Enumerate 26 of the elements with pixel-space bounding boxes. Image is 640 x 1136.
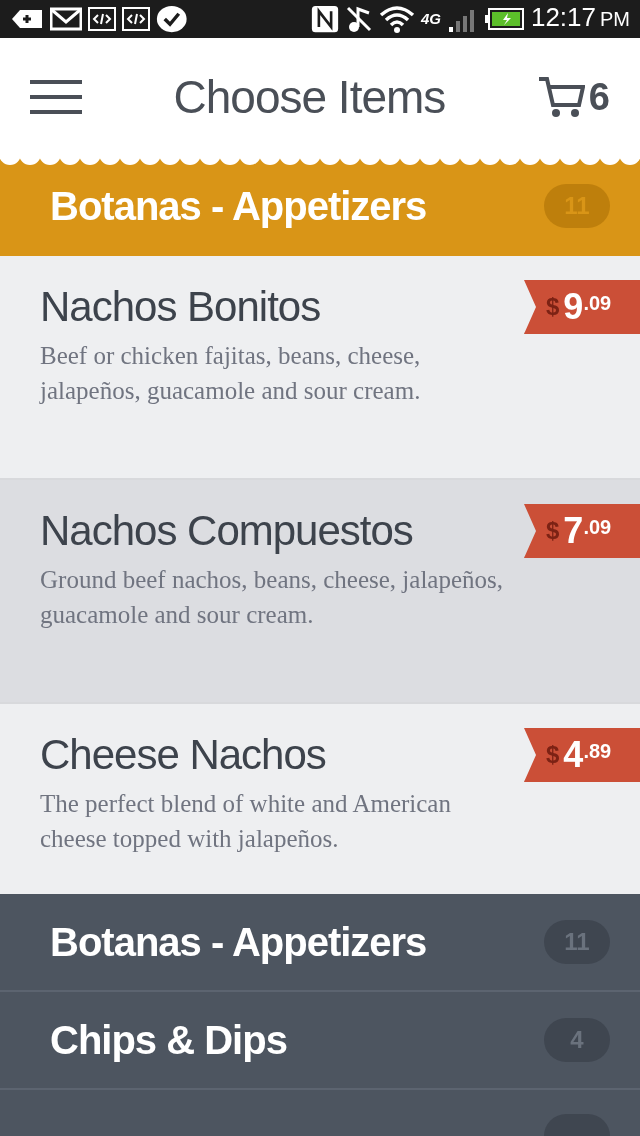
item-description: Beef or chicken fajitas, beans, cheese, jalapeños, guacamole and sour cream. <box>40 341 422 407</box>
clock-time: 12:17 <box>530 4 596 30</box>
page-title: Choose Items <box>173 69 446 125</box>
muted-music-icon <box>344 5 373 33</box>
item-name: Nachos Compuestos <box>40 506 414 556</box>
notification-icon <box>10 7 44 31</box>
item-description: The perfect blend of white and American cheese topped with jalapeños. <box>40 789 452 855</box>
cart-button[interactable]: 6 <box>536 68 610 126</box>
nfc-icon <box>310 5 339 33</box>
mail-icon <box>50 7 82 31</box>
item-description: Ground beef nachos, beans, cheese, jalapeños, guacamole and sour cream. <box>40 565 504 631</box>
wifi-icon <box>378 5 415 33</box>
item-name: Nachos Bonitos <box>40 282 322 332</box>
network-label: 4G <box>420 8 441 29</box>
category-title: Botanas - Appetizers <box>50 183 427 230</box>
item-name: Cheese Nachos <box>40 730 327 780</box>
category-name: Botanas - Appetizers <box>50 919 427 966</box>
menu-icon <box>30 79 82 115</box>
check-icon <box>156 5 188 33</box>
category-name: Chips & Dips <box>50 1017 287 1064</box>
code-icon <box>122 7 150 31</box>
menu-button[interactable] <box>30 79 82 115</box>
code-icon <box>88 7 116 31</box>
battery-icon <box>484 7 525 31</box>
clock-period: PM <box>600 7 630 32</box>
cart-icon <box>536 75 585 119</box>
